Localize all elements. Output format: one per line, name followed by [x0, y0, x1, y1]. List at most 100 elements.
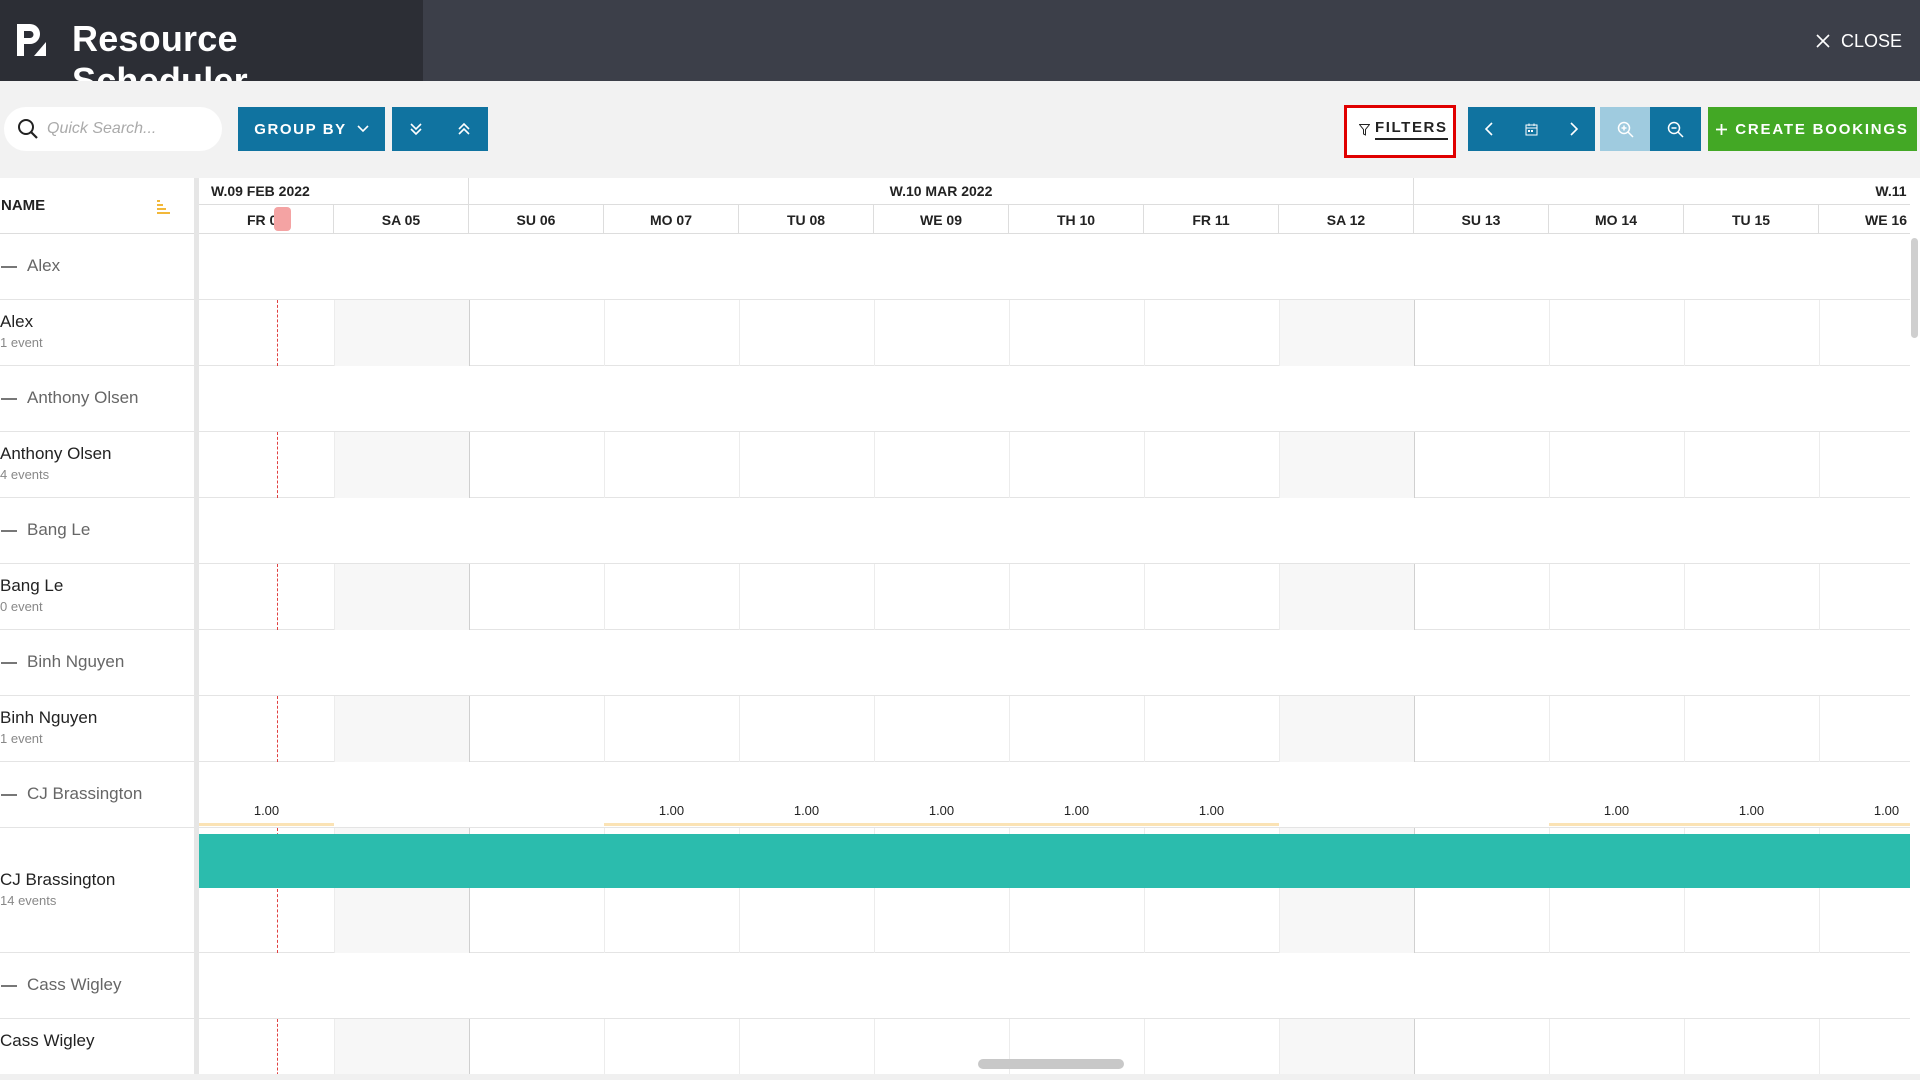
next-button[interactable]	[1553, 107, 1595, 151]
today-line	[277, 300, 278, 366]
double-chevron-down-icon	[410, 123, 422, 136]
close-icon	[1816, 34, 1830, 48]
resource-name: Bang Le	[0, 576, 64, 595]
allocation-bar	[1549, 823, 1684, 826]
group-timeline-row	[199, 234, 1910, 300]
group-name: CJ Brassington	[27, 784, 143, 803]
collapse-dash-icon[interactable]	[1, 662, 17, 664]
zoom-in-button[interactable]	[1600, 107, 1650, 151]
previous-button[interactable]	[1468, 107, 1510, 151]
collapse-dash-icon[interactable]	[1, 398, 17, 400]
column-gridline	[739, 1019, 740, 1080]
column-gridline	[1144, 564, 1145, 630]
column-gridline	[469, 1019, 470, 1080]
resource-timeline-row	[199, 828, 1910, 953]
expand-all-button[interactable]	[392, 107, 440, 151]
allocation-bar	[199, 823, 334, 826]
booking-bar[interactable]	[199, 834, 1910, 888]
resource-row-header[interactable]: Binh Nguyen 1 event	[0, 696, 194, 762]
allocation-value: 1.00	[793, 803, 820, 818]
collapse-dash-icon[interactable]	[1, 530, 17, 532]
resource-name: Binh Nguyen	[0, 708, 98, 727]
resource-timeline-row	[199, 432, 1910, 498]
resource-row-header[interactable]: Cass Wigley	[0, 1019, 194, 1080]
vertical-scrollbar[interactable]	[1911, 238, 1918, 338]
allocation-value: 1.00	[658, 803, 685, 818]
chevron-right-icon	[1570, 122, 1578, 136]
search-box[interactable]	[4, 107, 222, 151]
collapse-dash-icon[interactable]	[1, 266, 17, 268]
column-gridline	[874, 300, 875, 366]
close-button[interactable]: CLOSE	[1815, 26, 1902, 56]
column-gridline	[469, 564, 470, 630]
resource-row-header[interactable]: CJ Brassington 14 events	[0, 828, 194, 953]
resource-timeline-row	[199, 696, 1910, 762]
event-count: 14 events	[0, 893, 57, 908]
day-header-cell: TU 08	[739, 205, 874, 233]
name-column-header[interactable]: NAME	[0, 178, 194, 234]
week-header-cell: W.09 FEB 2022	[199, 178, 469, 205]
group-row-header[interactable]: Cass Wigley	[0, 953, 194, 1019]
filters-label: FILTERS	[1375, 119, 1448, 140]
day-header-cell: MO 14	[1549, 205, 1684, 233]
search-input[interactable]	[47, 120, 217, 138]
column-gridline	[1144, 696, 1145, 762]
event-count: 1 event	[0, 731, 43, 746]
sort-icon[interactable]	[156, 199, 172, 215]
column-gridline	[1279, 564, 1280, 630]
collapse-dash-icon[interactable]	[1, 794, 17, 796]
resource-row-header[interactable]: Alex 1 event	[0, 300, 194, 366]
column-gridline	[469, 300, 470, 366]
group-by-button[interactable]: GROUP BY	[238, 107, 385, 151]
column-gridline	[1414, 432, 1415, 498]
column-gridline	[1414, 300, 1415, 366]
resource-name: CJ Brassington	[0, 870, 116, 889]
day-header-cell: FR 04	[199, 205, 334, 233]
day-header-cell: FR 11	[1144, 205, 1279, 233]
zoom-out-button[interactable]	[1650, 107, 1701, 151]
column-gridline	[604, 300, 605, 366]
column-gridline	[1684, 432, 1685, 498]
column-gridline	[874, 696, 875, 762]
group-row-header[interactable]: Binh Nguyen	[0, 630, 194, 696]
group-row-header[interactable]: Anthony Olsen	[0, 366, 194, 432]
group-row-header[interactable]: CJ Brassington	[0, 762, 194, 828]
weekend-shade	[334, 432, 469, 498]
column-gridline	[1819, 300, 1820, 366]
plus-icon	[1716, 123, 1728, 135]
column-gridline	[1279, 300, 1280, 366]
day-header-cell: TU 15	[1684, 205, 1819, 233]
column-gridline	[739, 432, 740, 498]
column-gridline	[874, 564, 875, 630]
resource-row-header[interactable]: Anthony Olsen 4 events	[0, 432, 194, 498]
group-row-header[interactable]: Bang Le	[0, 498, 194, 564]
weekend-shade	[1279, 432, 1414, 498]
column-gridline	[1009, 1019, 1010, 1080]
column-gridline	[1414, 1019, 1415, 1080]
resource-timeline-row	[199, 564, 1910, 630]
create-bookings-button[interactable]: CREATE BOOKINGS	[1708, 107, 1917, 151]
resource-name: Cass Wigley	[0, 1031, 95, 1050]
group-row-header[interactable]: Alex	[0, 234, 194, 300]
column-gridline	[1549, 300, 1550, 366]
day-header-cell: WE 16	[1819, 205, 1910, 233]
column-gridline	[604, 432, 605, 498]
today-button[interactable]	[1510, 107, 1552, 151]
column-gridline	[334, 432, 335, 498]
weekend-shade	[1279, 564, 1414, 630]
column-gridline	[1549, 696, 1550, 762]
column-gridline	[1144, 1019, 1145, 1080]
collapse-all-button[interactable]	[440, 107, 488, 151]
column-gridline	[1819, 432, 1820, 498]
group-timeline-row	[199, 953, 1910, 1019]
week-header-cell: W.11 MAR 2	[1414, 178, 1910, 205]
collapse-dash-icon[interactable]	[1, 985, 17, 987]
horizontal-scrollbar[interactable]	[978, 1059, 1124, 1069]
column-gridline	[1279, 1019, 1280, 1080]
group-name: Alex	[27, 256, 61, 275]
filters-button[interactable]: FILTERS	[1359, 119, 1448, 140]
app-header: Resource Scheduler CLOSE	[0, 0, 1920, 101]
resource-row-header[interactable]: Bang Le 0 event	[0, 564, 194, 630]
column-gridline	[334, 300, 335, 366]
week-header-cell: W.10 MAR 2022	[469, 178, 1414, 205]
